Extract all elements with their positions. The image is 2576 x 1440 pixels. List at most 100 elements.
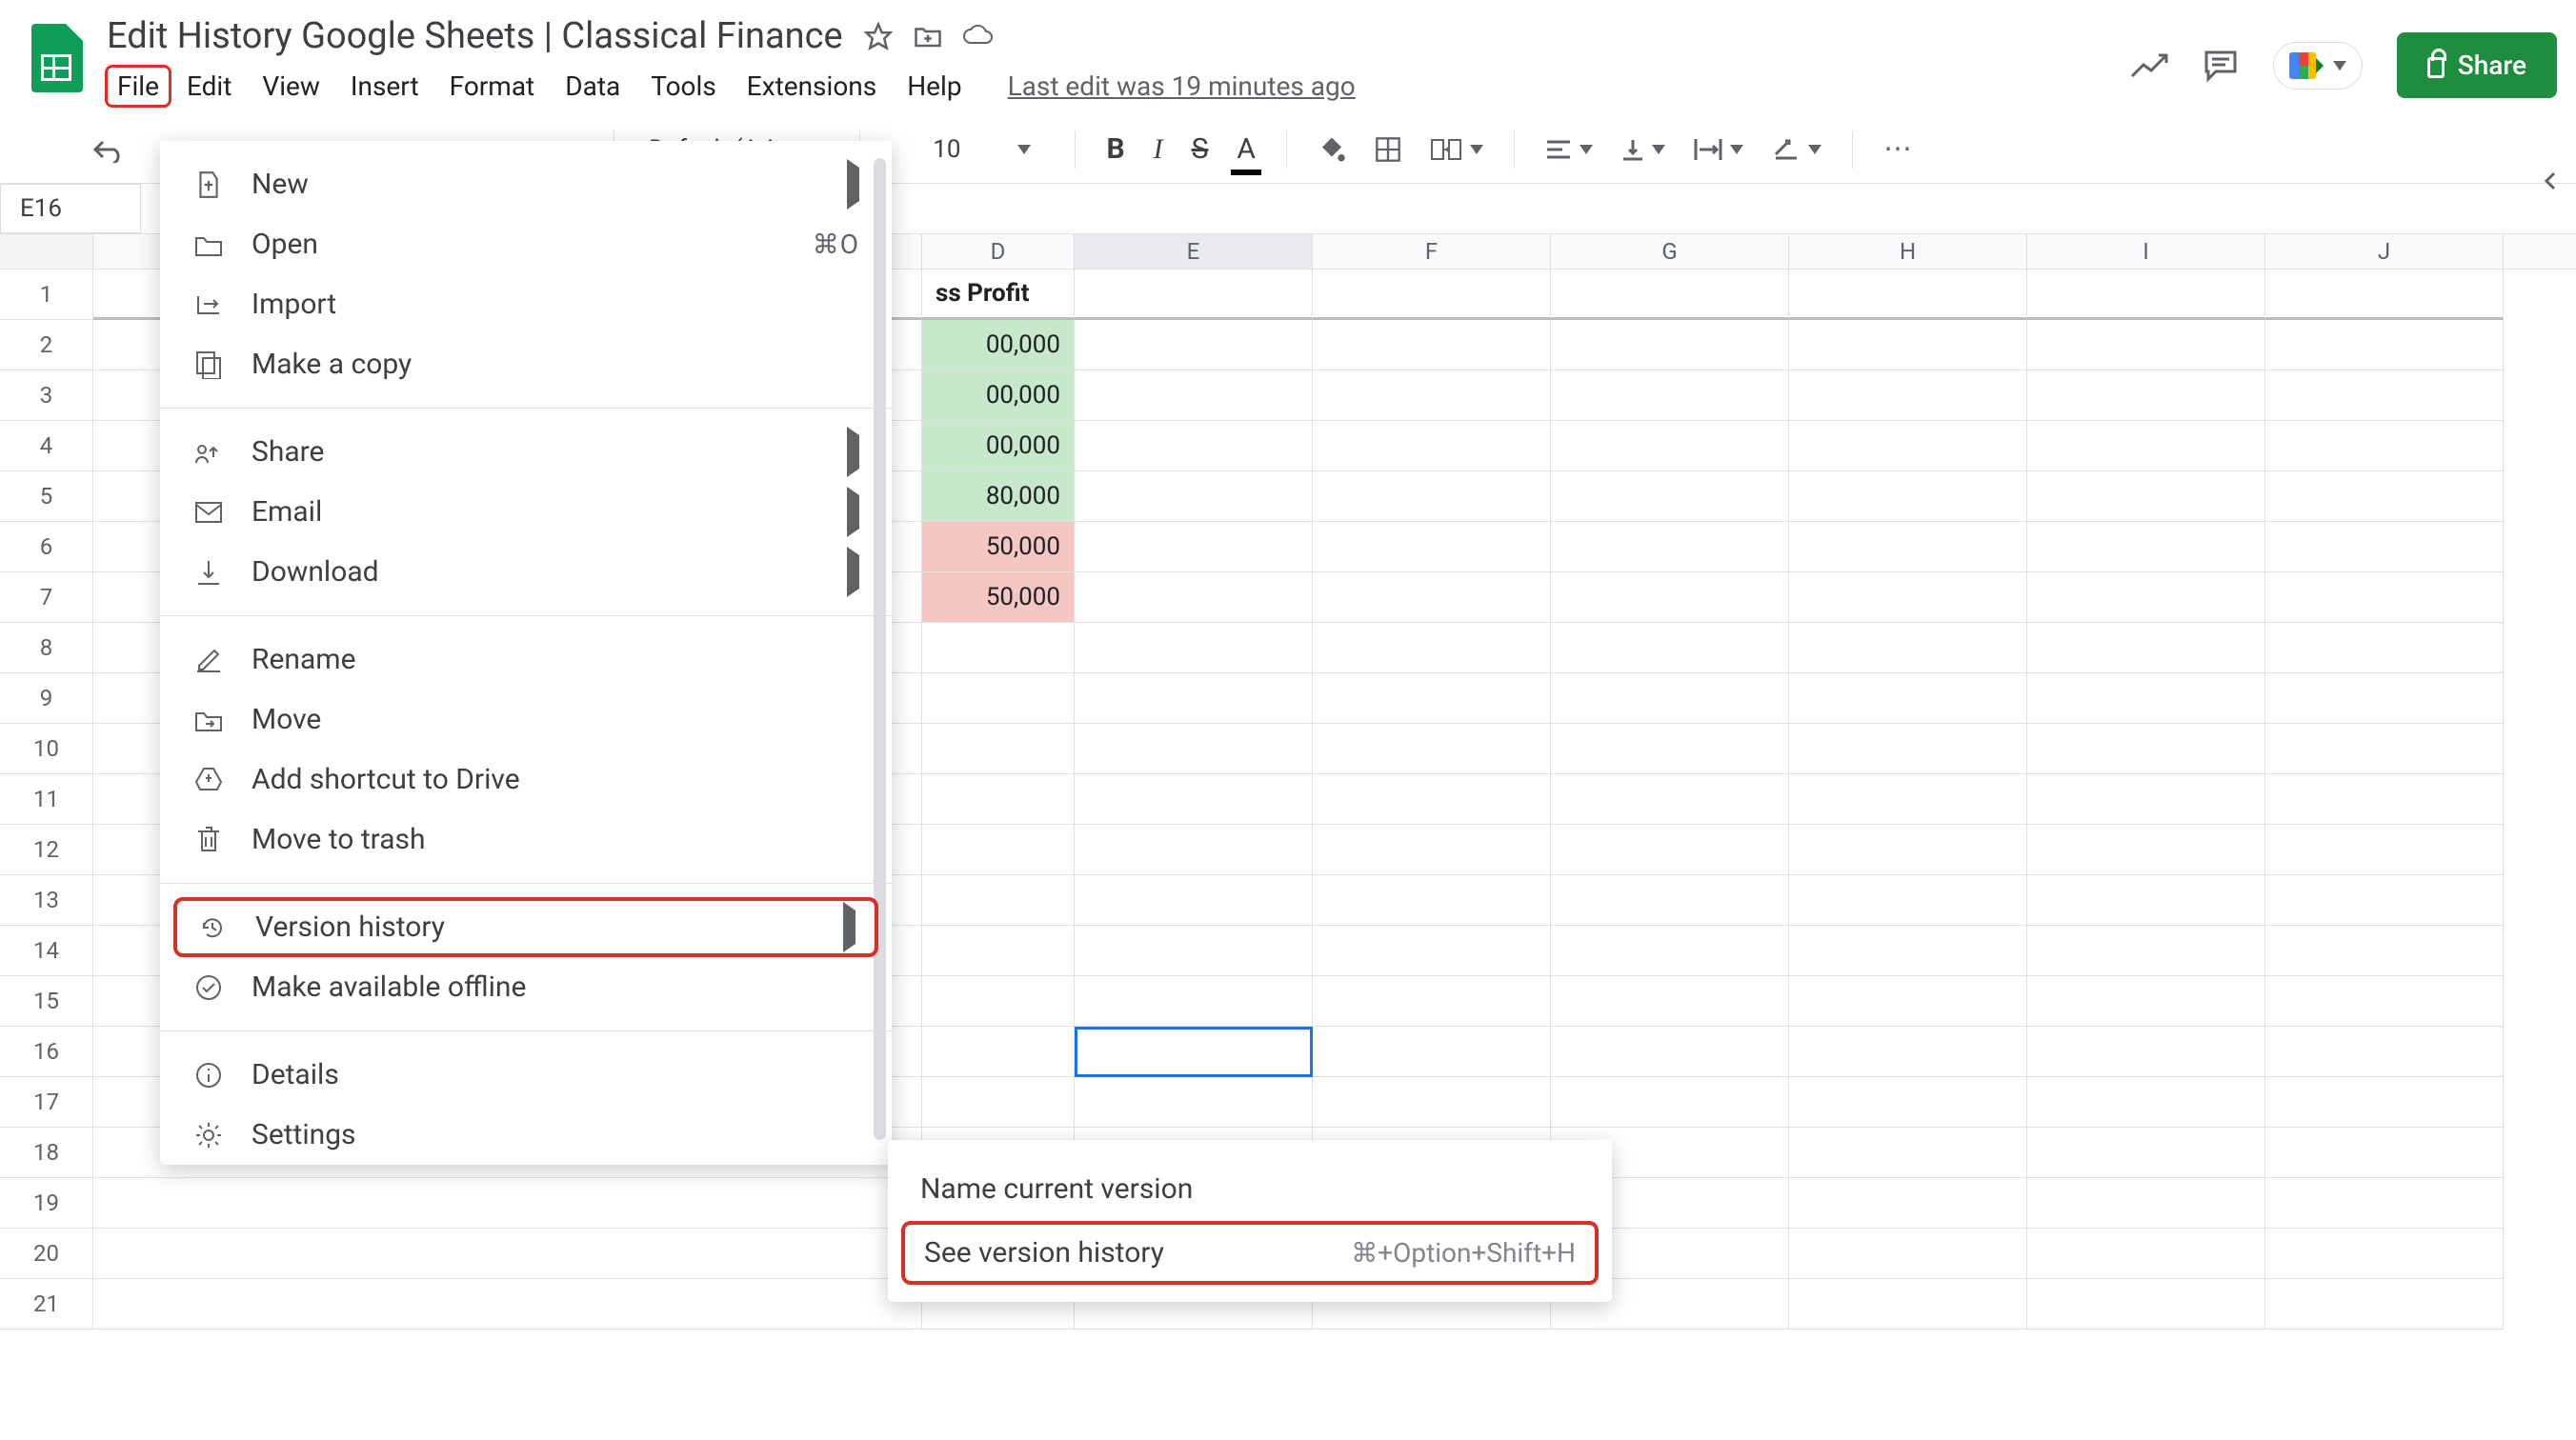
cell[interactable] (2027, 370, 2265, 421)
col-header[interactable]: G (1551, 234, 1789, 269)
cell[interactable] (1789, 370, 2027, 421)
cell[interactable] (1789, 1128, 2027, 1178)
cell[interactable] (1789, 522, 2027, 572)
row-header[interactable]: 18 (0, 1128, 93, 1178)
undo-button[interactable] (84, 129, 135, 170)
cell[interactable] (2027, 522, 2265, 572)
cell[interactable] (2027, 1229, 2265, 1279)
menu-help[interactable]: Help (892, 65, 976, 108)
strikethrough-button[interactable]: S (1182, 125, 1218, 173)
cell[interactable] (2027, 875, 2265, 926)
cell[interactable] (1551, 320, 1789, 370)
cell[interactable] (2265, 471, 2504, 522)
cell[interactable] (1075, 774, 1313, 825)
comments-icon[interactable] (2203, 49, 2239, 83)
cell[interactable] (922, 673, 1075, 724)
cell[interactable] (1789, 572, 2027, 623)
cell[interactable] (2265, 1027, 2504, 1077)
cell[interactable] (1789, 1178, 2027, 1229)
cell[interactable] (1551, 875, 1789, 926)
cell[interactable] (1075, 623, 1313, 673)
cell[interactable] (2027, 926, 2265, 976)
cell[interactable] (1075, 522, 1313, 572)
row-header[interactable]: 8 (0, 623, 93, 673)
cell[interactable] (1075, 724, 1313, 774)
file-menu-download[interactable]: Download (160, 542, 892, 602)
col-header[interactable]: J (2265, 234, 2504, 269)
cell[interactable] (1551, 976, 1789, 1027)
cloud-status-icon[interactable] (961, 20, 994, 52)
col-header[interactable]: D (922, 234, 1075, 269)
expand-side-panel-icon[interactable] (2539, 170, 2562, 192)
cell[interactable] (1789, 623, 2027, 673)
cell[interactable] (2027, 673, 2265, 724)
cell[interactable] (1551, 522, 1789, 572)
submenu-name-current[interactable]: Name current version (888, 1157, 1612, 1221)
cell[interactable] (2027, 421, 2265, 471)
cell[interactable] (2027, 471, 2265, 522)
cell[interactable] (1313, 270, 1551, 320)
cell[interactable] (2027, 825, 2265, 875)
cell[interactable] (1551, 673, 1789, 724)
cell[interactable] (1551, 825, 1789, 875)
cell[interactable] (1789, 270, 2027, 320)
menu-insert[interactable]: Insert (335, 65, 434, 108)
menu-file[interactable]: File (105, 65, 171, 108)
cell[interactable] (1313, 421, 1551, 471)
row-header[interactable]: 11 (0, 774, 93, 825)
cell[interactable] (922, 623, 1075, 673)
cell[interactable] (1313, 471, 1551, 522)
cell[interactable] (2027, 572, 2265, 623)
star-icon[interactable] (862, 20, 895, 52)
cell[interactable] (1313, 623, 1551, 673)
cell[interactable] (1789, 421, 2027, 471)
col-header[interactable]: I (2027, 234, 2265, 269)
cell[interactable] (1789, 926, 2027, 976)
file-menu-share[interactable]: Share (160, 422, 892, 482)
cell[interactable] (1075, 320, 1313, 370)
italic-button[interactable]: I (1144, 126, 1173, 173)
file-menu-move[interactable]: Move (160, 690, 892, 750)
select-all-corner[interactable] (0, 234, 93, 269)
row-header[interactable]: 15 (0, 976, 93, 1027)
cell[interactable] (1789, 673, 2027, 724)
cell[interactable] (1313, 976, 1551, 1027)
rotate-button[interactable] (1762, 130, 1831, 170)
cell[interactable] (1313, 774, 1551, 825)
cell[interactable]: 50,000 (922, 522, 1075, 572)
sheets-logo[interactable] (25, 13, 90, 97)
wrap-button[interactable] (1684, 130, 1753, 170)
cell[interactable]: 00,000 (922, 320, 1075, 370)
file-menu-offline[interactable]: Make available offline (160, 957, 892, 1017)
cell[interactable]: 00,000 (922, 370, 1075, 421)
menu-edit[interactable]: Edit (171, 65, 247, 108)
more-toolbar-button[interactable]: ⋯ (1874, 125, 1925, 173)
row-header[interactable]: 13 (0, 875, 93, 926)
cell[interactable] (2027, 1027, 2265, 1077)
cell[interactable] (1789, 875, 2027, 926)
cell[interactable] (1789, 1077, 2027, 1128)
row-header[interactable]: 21 (0, 1279, 93, 1330)
cell[interactable]: 50,000 (922, 572, 1075, 623)
row-header[interactable]: 16 (0, 1027, 93, 1077)
cell[interactable] (1313, 926, 1551, 976)
row-header[interactable]: 5 (0, 471, 93, 522)
row-header[interactable]: 9 (0, 673, 93, 724)
cell[interactable] (1551, 471, 1789, 522)
col-header[interactable]: H (1789, 234, 2027, 269)
cell[interactable] (1075, 471, 1313, 522)
cell[interactable] (1551, 370, 1789, 421)
row-header[interactable]: 20 (0, 1229, 93, 1279)
menu-extensions[interactable]: Extensions (732, 65, 892, 108)
cell[interactable] (1075, 572, 1313, 623)
cell[interactable] (922, 1077, 1075, 1128)
cell[interactable] (1075, 926, 1313, 976)
cell[interactable] (2265, 976, 2504, 1027)
file-menu-open[interactable]: Open ⌘O (160, 214, 892, 274)
cell[interactable] (2027, 320, 2265, 370)
row-header[interactable]: 6 (0, 522, 93, 572)
row-header[interactable]: 3 (0, 370, 93, 421)
cell[interactable] (1789, 976, 2027, 1027)
borders-button[interactable] (1365, 129, 1411, 170)
cell[interactable] (1075, 1027, 1313, 1077)
